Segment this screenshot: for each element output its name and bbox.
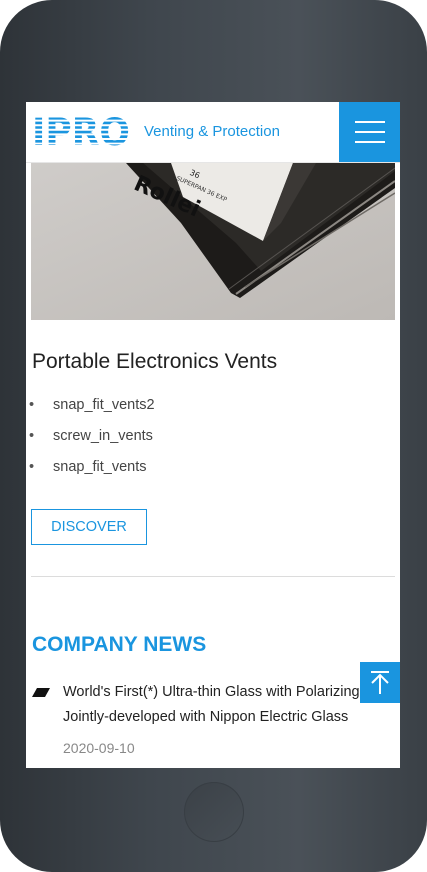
discover-button[interactable]: DISCOVER: [31, 509, 147, 545]
list-item: screw_in_vents: [26, 426, 400, 457]
phone-frame: IPRO Venting & Protection 36 SUPERPAN 36…: [0, 0, 427, 872]
product-feature-list: snap_fit_vents2 screw_in_vents snap_fit_…: [26, 395, 400, 488]
section-divider: [31, 576, 395, 577]
product-hero-image: 36 SUPERPAN 36 EXP Rollei: [31, 163, 395, 320]
site-tagline: Venting & Protection: [144, 123, 280, 140]
ipro-logo[interactable]: IPRO: [31, 117, 131, 147]
site-header: IPRO Venting & Protection: [26, 102, 400, 163]
news-title-link[interactable]: World's First(*) Ultra-thin Glass with P…: [63, 680, 393, 729]
phone-screen: IPRO Venting & Protection 36 SUPERPAN 36…: [26, 102, 400, 768]
parallelogram-icon: [32, 688, 50, 697]
product-title: Portable Electronics Vents: [32, 350, 278, 373]
list-item: snap_fit_vents: [26, 457, 400, 488]
svg-text:IPRO: IPRO: [32, 117, 130, 147]
home-button: [184, 782, 244, 842]
news-date: 2020-09-10: [63, 740, 135, 756]
list-item: snap_fit_vents2: [26, 395, 400, 426]
arrow-up-icon[interactable]: [360, 662, 400, 703]
company-news-heading: COMPANY NEWS: [32, 633, 207, 656]
hamburger-menu-icon[interactable]: [339, 102, 400, 162]
